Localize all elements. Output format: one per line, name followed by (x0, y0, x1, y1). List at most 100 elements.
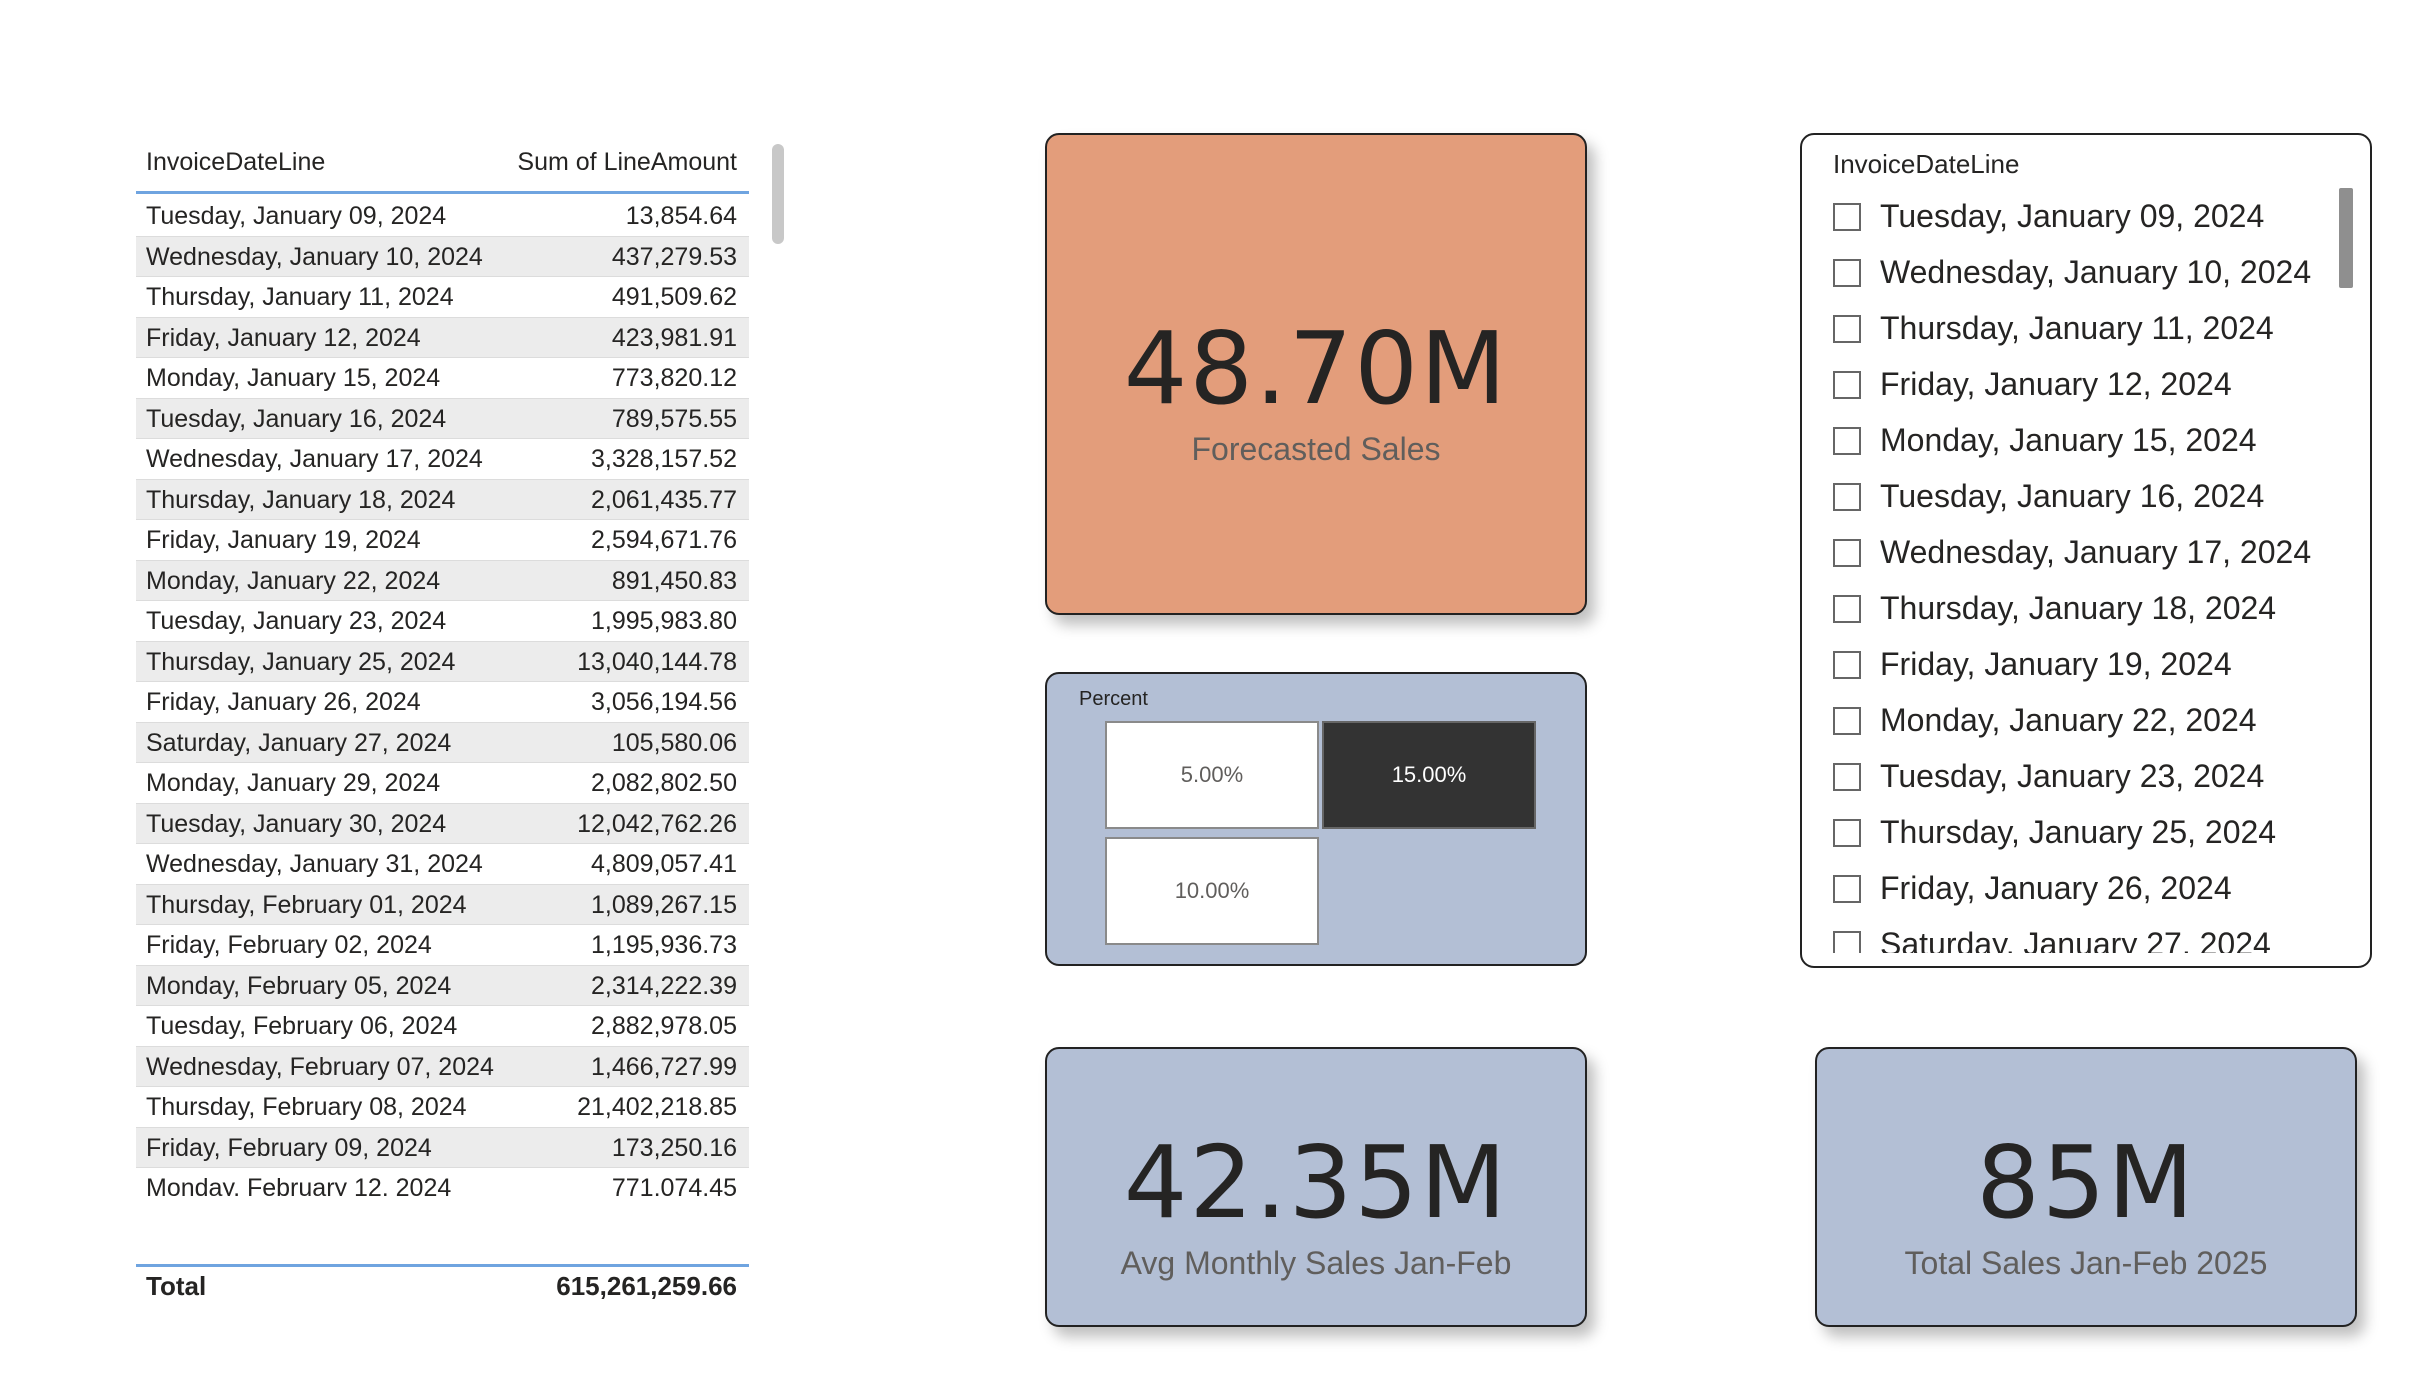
table-row[interactable]: Friday, January 12, 2024 423,981.91 (136, 317, 749, 358)
cell-date: Tuesday, January 16, 2024 (146, 404, 447, 433)
table-row[interactable]: Monday, January 22, 2024 891,450.83 (136, 560, 749, 601)
cell-amount: 4,809,057.41 (591, 850, 737, 878)
checkbox-icon[interactable] (1833, 875, 1861, 903)
date-slicer-item[interactable]: Thursday, January 11, 2024 (1833, 305, 2333, 361)
table-row[interactable]: Wednesday, January 17, 2024 3,328,157.52 (136, 439, 749, 480)
cell-amount: 773,820.12 (611, 364, 737, 392)
date-slicer-item[interactable]: Saturday, January 27, 2024 (1833, 921, 2333, 953)
table-row[interactable]: Friday, January 19, 2024 2,594,671.76 (136, 520, 749, 561)
table-row[interactable]: Monday, February 12, 2024 771,074.45 (136, 1168, 749, 1196)
cell-amount: 3,056,194.56 (591, 688, 737, 716)
forecasted-sales-value: 48.70M (1123, 310, 1509, 427)
total-amount: 615,261,259.66 (556, 1271, 737, 1301)
table-row[interactable]: Friday, February 02, 2024 1,195,936.73 (136, 925, 749, 966)
table-row[interactable]: Monday, January 15, 2024 773,820.12 (136, 358, 749, 399)
cell-amount: 789,575.55 (611, 404, 737, 433)
date-slicer-item[interactable]: Thursday, January 18, 2024 (1833, 585, 2333, 641)
table-row[interactable]: Saturday, January 27, 2024 105,580.06 (136, 722, 749, 763)
table-row[interactable]: Wednesday, January 31, 2024 4,809,057.41 (136, 844, 749, 885)
date-slicer-item-label: Monday, January 22, 2024 (1880, 702, 2257, 738)
checkbox-icon[interactable] (1833, 259, 1861, 287)
date-slicer-item[interactable]: Thursday, January 25, 2024 (1833, 809, 2333, 865)
cell-amount: 105,580.06 (611, 728, 737, 757)
table-total-row: Total 615,261,259.66 (136, 1264, 749, 1310)
table-row[interactable]: Tuesday, January 23, 2024 1,995,983.80 (136, 601, 749, 642)
avg-monthly-sales-label: Avg Monthly Sales Jan-Feb (1120, 1245, 1512, 1281)
column-header-amount[interactable]: Sum of LineAmount (517, 148, 737, 177)
forecasted-sales-card: 48.70M Forecasted Sales (1045, 133, 1587, 615)
cell-date: Tuesday, February 06, 2024 (146, 1012, 458, 1040)
checkbox-icon[interactable] (1833, 595, 1861, 623)
table-row[interactable]: Wednesday, February 07, 2024 1,466,727.99 (136, 1046, 749, 1087)
percent-option-5[interactable]: 5.00% (1105, 721, 1319, 829)
sales-table: InvoiceDateLine Sum of LineAmount Tuesda… (136, 130, 784, 1320)
cell-date: Wednesday, January 17, 2024 (146, 445, 483, 473)
date-slicer-scrollbar[interactable] (2339, 188, 2353, 288)
table-row[interactable]: Thursday, February 08, 2024 21,402,218.85 (136, 1087, 749, 1128)
date-list-slicer: InvoiceDateLine Tuesday, January 09, 202… (1800, 133, 2372, 968)
percent-option-15[interactable]: 15.00% (1322, 721, 1536, 829)
cell-date: Thursday, January 11, 2024 (146, 283, 454, 311)
date-slicer-items[interactable]: Tuesday, January 09, 2024 Wednesday, Janu… (1833, 193, 2333, 953)
table-scrollbar[interactable] (772, 144, 784, 244)
cell-amount: 13,040,144.78 (577, 647, 737, 676)
table-row[interactable]: Tuesday, January 30, 2024 12,042,762.26 (136, 803, 749, 844)
cell-amount: 491,509.62 (611, 283, 737, 311)
cell-amount: 21,402,218.85 (577, 1093, 737, 1121)
cell-amount: 891,450.83 (611, 566, 737, 595)
date-slicer-item-label: Monday, January 15, 2024 (1880, 422, 2257, 458)
table-row[interactable]: Wednesday, January 10, 2024 437,279.53 (136, 236, 749, 277)
table-row[interactable]: Thursday, January 25, 2024 13,040,144.78 (136, 641, 749, 682)
table-row[interactable]: Tuesday, January 09, 2024 13,854.64 (136, 196, 749, 237)
checkbox-icon[interactable] (1833, 371, 1861, 399)
cell-amount: 12,042,762.26 (577, 809, 737, 838)
table-row[interactable]: Monday, February 05, 2024 2,314,222.39 (136, 965, 749, 1006)
date-slicer-item[interactable]: Tuesday, January 09, 2024 (1833, 193, 2333, 249)
date-slicer-item[interactable]: Friday, January 19, 2024 (1833, 641, 2333, 697)
checkbox-icon[interactable] (1833, 707, 1861, 735)
date-slicer-item[interactable]: Monday, January 15, 2024 (1833, 417, 2333, 473)
checkbox-icon[interactable] (1833, 539, 1861, 567)
date-slicer-item[interactable]: Friday, January 12, 2024 (1833, 361, 2333, 417)
checkbox-icon[interactable] (1833, 763, 1861, 791)
table-row[interactable]: Friday, January 26, 2024 3,056,194.56 (136, 682, 749, 723)
cell-amount: 2,594,671.76 (591, 526, 737, 554)
table-row[interactable]: Thursday, January 11, 2024 491,509.62 (136, 277, 749, 318)
date-slicer-item[interactable]: Wednesday, January 17, 2024 (1833, 529, 2333, 585)
table-body[interactable]: Tuesday, January 09, 2024 13,854.64 Wednes… (136, 196, 749, 1196)
date-slicer-item[interactable]: Monday, January 22, 2024 (1833, 697, 2333, 753)
forecasted-sales-label: Forecasted Sales (1191, 431, 1441, 467)
cell-amount: 423,981.91 (611, 323, 737, 352)
cell-amount: 1,466,727.99 (591, 1052, 737, 1081)
date-slicer-item[interactable]: Wednesday, January 10, 2024 (1833, 249, 2333, 305)
cell-date: Thursday, February 01, 2024 (146, 890, 467, 919)
checkbox-icon[interactable] (1833, 483, 1861, 511)
checkbox-icon[interactable] (1833, 819, 1861, 847)
table-header: InvoiceDateLine Sum of LineAmount (136, 130, 749, 194)
checkbox-icon[interactable] (1833, 203, 1861, 231)
date-slicer-item-label: Tuesday, January 16, 2024 (1880, 478, 2265, 514)
date-slicer-item[interactable]: Tuesday, January 16, 2024 (1833, 473, 2333, 529)
table-row[interactable]: Tuesday, February 06, 2024 2,882,978.05 (136, 1006, 749, 1047)
checkbox-icon[interactable] (1833, 427, 1861, 455)
checkbox-icon[interactable] (1833, 651, 1861, 679)
date-slicer-item-label: Friday, January 26, 2024 (1880, 870, 2232, 906)
table-row[interactable]: Monday, January 29, 2024 2,082,802.50 (136, 763, 749, 804)
cell-date: Thursday, January 18, 2024 (146, 485, 456, 514)
table-row[interactable]: Thursday, February 01, 2024 1,089,267.15 (136, 884, 749, 925)
table-row[interactable]: Friday, February 09, 2024 173,250.16 (136, 1127, 749, 1168)
table-row[interactable]: Tuesday, January 16, 2024 789,575.55 (136, 398, 749, 439)
checkbox-icon[interactable] (1833, 931, 1861, 953)
cell-date: Tuesday, January 30, 2024 (146, 809, 447, 838)
column-header-date[interactable]: InvoiceDateLine (146, 148, 325, 177)
cell-date: Wednesday, February 07, 2024 (146, 1052, 494, 1081)
date-slicer-title: InvoiceDateLine (1833, 149, 2020, 179)
table-row[interactable]: Thursday, January 18, 2024 2,061,435.77 (136, 479, 749, 520)
cell-date: Monday, February 12, 2024 (146, 1174, 452, 1196)
checkbox-icon[interactable] (1833, 315, 1861, 343)
cell-amount: 3,328,157.52 (591, 445, 737, 473)
date-slicer-item[interactable]: Tuesday, January 23, 2024 (1833, 753, 2333, 809)
cell-date: Friday, January 19, 2024 (146, 526, 421, 554)
percent-option-10[interactable]: 10.00% (1105, 837, 1319, 945)
date-slicer-item[interactable]: Friday, January 26, 2024 (1833, 865, 2333, 921)
